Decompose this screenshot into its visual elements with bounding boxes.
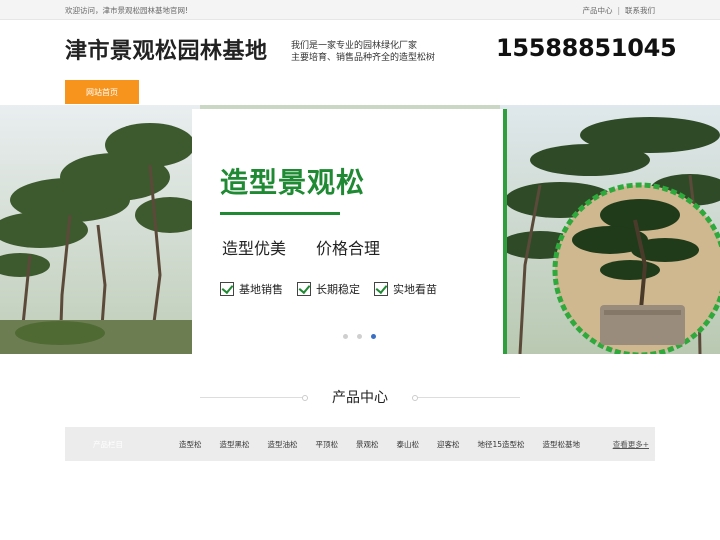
hero-banner[interactable]: 造型景观松 造型优美 价格合理 基地销售 长期稳定 实地看苗 <box>0 105 720 354</box>
product-section-heading: 产品中心 <box>200 388 520 406</box>
view-more-link[interactable]: 查看更多+ <box>613 439 649 450</box>
banner-feature-1: 造型优美 <box>222 239 287 258</box>
top-links: 产品中心 | 联系我们 <box>582 5 655 16</box>
slogan: 我们是一家专业的园林绿化厂家 主要培育、销售品种齐全的造型松树 <box>291 40 435 64</box>
slogan-line-1: 我们是一家专业的园林绿化厂家 <box>291 41 418 51</box>
category-list: 造型松 造型黑松 造型油松 平顶松 景观松 泰山松 迎客松 地径15造型松 造型… <box>155 439 613 450</box>
slider-dot-3-active[interactable] <box>371 334 376 339</box>
welcome-text: 欢迎访问，津市景观松园林基地官网! <box>65 5 189 15</box>
hotline-number: 15588851045 <box>496 34 677 62</box>
category-link[interactable]: 地径15造型松 <box>478 439 525 450</box>
slogan-line-2: 主要培育、销售品种齐全的造型松树 <box>291 53 436 63</box>
heading-divider-right <box>412 394 520 401</box>
banner-title: 造型景观松 <box>220 166 366 199</box>
category-link[interactable]: 平顶松 <box>316 439 339 450</box>
banner-check-item: 实地看苗 <box>374 281 437 297</box>
banner-title-underline <box>220 212 340 215</box>
category-link[interactable]: 景观松 <box>356 439 379 450</box>
slider-dot-1[interactable] <box>343 334 348 339</box>
top-link-separator: | <box>617 5 620 15</box>
category-link[interactable]: 造型油松 <box>268 439 298 450</box>
top-link-products[interactable]: 产品中心 <box>582 5 612 16</box>
site-logo-text[interactable]: 津市景观松园林基地 <box>65 38 268 66</box>
main-nav: 网站首页 <box>0 80 720 105</box>
banner-check-item: 长期稳定 <box>297 281 360 297</box>
checkbox-icon <box>220 282 234 296</box>
banner-feature-2: 价格合理 <box>316 239 381 258</box>
slider-dot-2[interactable] <box>357 334 362 339</box>
slider-pagination <box>343 334 376 339</box>
banner-check-label: 实地看苗 <box>393 283 437 296</box>
top-link-contact[interactable]: 联系我们 <box>625 5 655 16</box>
checkbox-icon <box>297 282 311 296</box>
banner-check-list: 基地销售 长期稳定 实地看苗 <box>220 281 437 297</box>
banner-check-label: 长期稳定 <box>316 283 360 296</box>
category-link[interactable]: 造型松基地 <box>543 439 581 450</box>
banner-check-label: 基地销售 <box>239 283 283 296</box>
checkbox-icon <box>374 282 388 296</box>
category-link[interactable]: 造型松 <box>179 439 202 450</box>
heading-divider-left <box>200 394 308 401</box>
banner-check-item: 基地销售 <box>220 281 283 297</box>
banner-features: 造型优美 价格合理 <box>222 235 380 259</box>
category-link[interactable]: 泰山松 <box>397 439 420 450</box>
nav-home-link[interactable]: 网站首页 <box>65 80 139 104</box>
category-link[interactable]: 迎客松 <box>437 439 460 450</box>
top-bar: 欢迎访问，津市景观松园林基地官网! 产品中心 | 联系我们 <box>0 0 720 20</box>
section-title: 产品中心 <box>332 390 388 406</box>
product-category-bar: 产品栏目 造型松 造型黑松 造型油松 平顶松 景观松 泰山松 迎客松 地径15造… <box>65 427 655 461</box>
category-bar-heading: 产品栏目 <box>93 439 123 449</box>
category-link[interactable]: 造型黑松 <box>220 439 250 450</box>
banner-promo-card: 造型景观松 造型优美 价格合理 基地销售 长期稳定 实地看苗 <box>192 109 507 354</box>
